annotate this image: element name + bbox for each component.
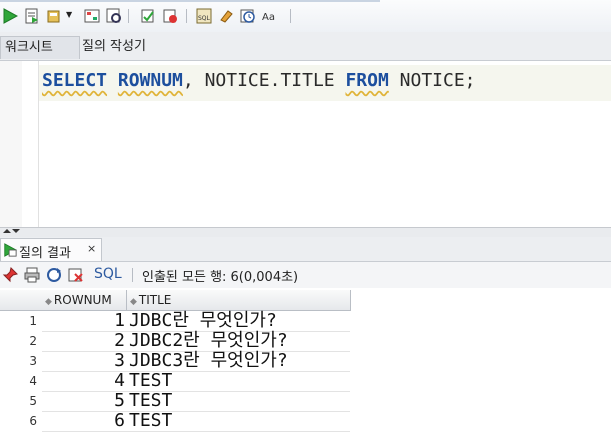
row-number[interactable]: 4 (0, 371, 42, 391)
sort-icon[interactable]: ◆ (45, 297, 52, 307)
pin-icon[interactable] (2, 267, 18, 283)
sql-keyword: SELECT (42, 70, 108, 91)
toolbar-separator (128, 9, 129, 23)
toolbar-separator (132, 268, 133, 282)
dropdown-arrow-icon[interactable]: ▼ (66, 10, 72, 19)
sort-icon[interactable]: ◆ (130, 297, 137, 307)
explain-plan-icon[interactable] (84, 8, 100, 24)
cell-title[interactable]: TEST (129, 371, 350, 391)
column-header-label: TITLE (138, 293, 172, 307)
close-tab-icon[interactable]: × (87, 242, 96, 255)
history-clock-icon[interactable] (240, 8, 256, 24)
column-header-title[interactable]: ◆ TITLE (127, 290, 351, 310)
commit-icon[interactable] (46, 8, 62, 24)
sql-view-button[interactable]: SQL (94, 266, 122, 282)
toolbar-top-border (0, 0, 380, 2)
row-number[interactable]: 5 (0, 391, 42, 411)
commit-transaction-icon[interactable] (140, 8, 156, 24)
rollback-icon[interactable] (162, 8, 178, 24)
row-number[interactable]: 3 (0, 351, 42, 371)
tab-query-builder[interactable]: 질의 작성기 (78, 36, 150, 58)
cell-rownum[interactable]: 1 (42, 311, 125, 331)
sql-keyword: ROWNUM (117, 70, 183, 91)
clear-eraser-icon[interactable] (218, 8, 234, 24)
toolbar-separator (186, 9, 187, 23)
grid-header: ◆ ROWNUM ◆ TITLE (0, 290, 351, 311)
svg-text:Aa: Aa (262, 12, 275, 23)
fetch-status-text: 인출된 모든 행: 6(0,004초) (142, 270, 299, 285)
query-result-icon (4, 243, 17, 257)
cell-rownum[interactable]: 2 (42, 331, 125, 351)
row-number[interactable]: 2 (0, 331, 42, 351)
cell-rownum[interactable]: 4 (42, 371, 125, 391)
tab-query-result-label: 질의 결과 (19, 246, 71, 261)
results-toolbar: SQL 인출된 모든 행: 6(0,004초) (0, 262, 611, 288)
sql-tuning-icon[interactable]: SQL (196, 8, 212, 24)
sql-statement[interactable]: SELECT ROWNUM, NOTICE.TITLE FROM NOTICE; (42, 70, 476, 91)
cell-rownum[interactable]: 5 (42, 391, 125, 411)
sql-text: , NOTICE.TITLE (182, 70, 346, 91)
collapse-down-icon[interactable] (12, 229, 20, 233)
collapse-up-icon[interactable] (3, 229, 11, 233)
sql-editor[interactable]: SELECT ROWNUM, NOTICE.TITLE FROM NOTICE; (0, 61, 611, 227)
cell-title[interactable]: TEST (129, 411, 350, 431)
cancel-query-icon[interactable] (68, 267, 84, 283)
run-script-icon[interactable] (24, 8, 40, 24)
column-header-rownum[interactable]: ◆ ROWNUM (42, 290, 127, 310)
format-case-icon[interactable]: Aa (262, 8, 278, 24)
cell-rownum[interactable]: 6 (42, 411, 125, 431)
row-number[interactable]: 1 (0, 311, 42, 331)
run-statement-icon[interactable] (2, 8, 18, 24)
cell-title[interactable]: TEST (129, 391, 350, 411)
sql-text: NOTICE; (388, 70, 476, 91)
autotrace-icon[interactable] (106, 8, 122, 24)
editor-gutter (0, 61, 22, 227)
cell-title[interactable]: JDBC란 무엇인가? (129, 311, 350, 331)
cell-title[interactable]: JDBC3란 무엇인가? (129, 351, 350, 371)
main-toolbar: ▼ SQL Aa (0, 0, 611, 32)
tab-query-result[interactable]: 질의 결과 × (0, 238, 102, 261)
worksheet-tab-bar: 워크시트 질의 작성기 (0, 32, 611, 61)
cell-title[interactable]: JDBC2란 무엇인가? (129, 331, 350, 351)
print-icon[interactable] (24, 267, 40, 283)
refresh-icon[interactable] (46, 267, 62, 283)
column-header-label: ROWNUM (53, 293, 112, 307)
tab-worksheet[interactable]: 워크시트 (0, 36, 80, 59)
cell-rownum[interactable]: 3 (42, 351, 125, 371)
results-grid: ◆ ROWNUM ◆ TITLE 1 1 JDBC란 무엇인가? 2 2 JDBC2란 무엇인… (0, 290, 611, 443)
sql-keyword: FROM (345, 70, 389, 91)
row-number[interactable]: 6 (0, 411, 42, 431)
results-tab-bar: 질의 결과 × (0, 237, 611, 262)
svg-text:SQL: SQL (198, 15, 211, 22)
toolbar-separator (290, 9, 291, 23)
